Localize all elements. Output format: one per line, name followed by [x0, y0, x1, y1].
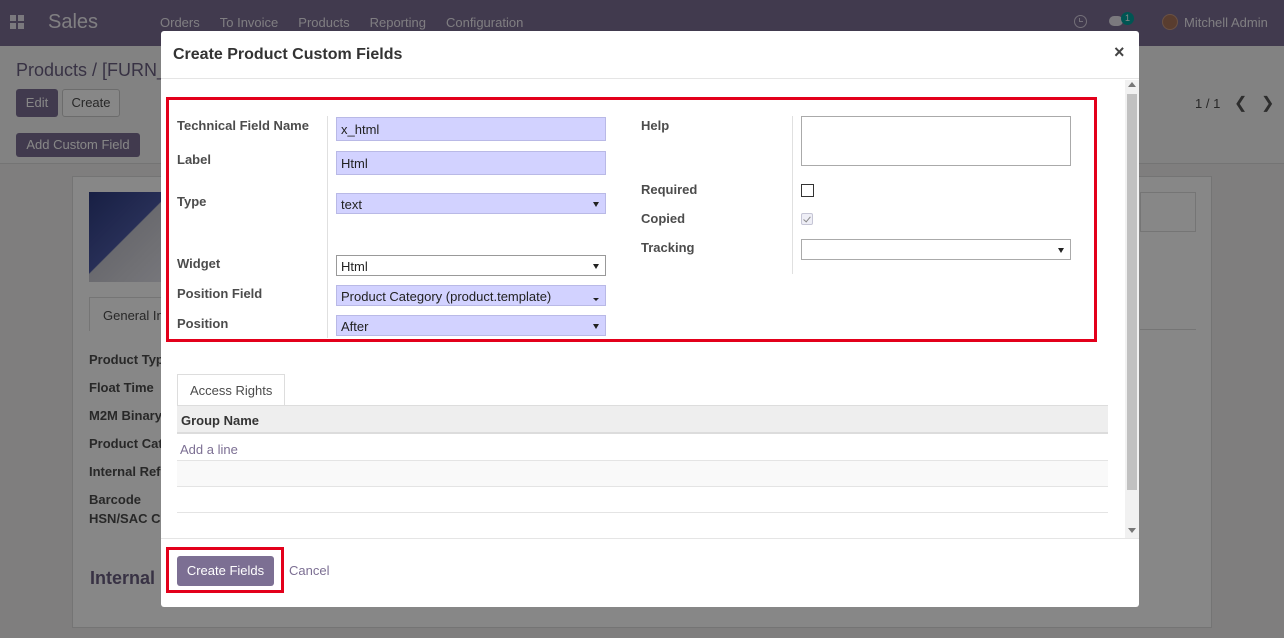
- label-label: Label: [177, 152, 211, 167]
- position-select[interactable]: After: [336, 315, 606, 336]
- scroll-down-icon[interactable]: [1128, 528, 1136, 533]
- required-checkbox[interactable]: [801, 184, 814, 197]
- add-a-line-link[interactable]: Add a line: [180, 442, 238, 457]
- column-separator-right: [792, 116, 793, 274]
- help-textarea[interactable]: [801, 116, 1071, 166]
- position-label: Position: [177, 316, 229, 331]
- scroll-up-icon[interactable]: [1128, 82, 1136, 87]
- help-label: Help: [641, 118, 670, 133]
- widget-select-value: Html: [341, 259, 368, 274]
- column-separator-left: [327, 116, 328, 338]
- tracking-select[interactable]: [801, 239, 1071, 260]
- cancel-button[interactable]: Cancel: [289, 563, 329, 578]
- tab-access-rights[interactable]: Access Rights: [177, 374, 285, 406]
- dialog-title: Create Product Custom Fields: [173, 46, 403, 63]
- position-field-select[interactable]: Product Category (product.template): [336, 285, 606, 306]
- create-fields-button[interactable]: Create Fields: [177, 556, 274, 586]
- dialog-footer: Create Fields Cancel: [161, 538, 1139, 607]
- create-custom-fields-dialog: Create Product Custom Fields × Technical…: [161, 31, 1139, 607]
- type-label: Type: [177, 194, 207, 209]
- scrollbar-thumb[interactable]: [1127, 94, 1137, 490]
- copied-label: Copied: [641, 211, 686, 226]
- table-row-divider: [177, 486, 1108, 487]
- close-icon[interactable]: ×: [1114, 42, 1125, 63]
- dialog-header: Create Product Custom Fields ×: [161, 31, 1139, 79]
- technical-field-name-label: Technical Field Name: [177, 118, 309, 133]
- chevron-down-icon: [593, 298, 599, 301]
- table-row-divider: [177, 512, 1108, 513]
- type-select[interactable]: text: [336, 193, 606, 214]
- label-input[interactable]: Html: [336, 151, 606, 175]
- chevron-down-icon: [593, 264, 599, 269]
- position-field-select-value: Product Category (product.template): [341, 289, 552, 304]
- widget-select[interactable]: Html: [336, 255, 606, 276]
- table-row: [177, 461, 1108, 487]
- chevron-down-icon: [1058, 248, 1064, 253]
- required-label: Required: [641, 182, 698, 197]
- tracking-label: Tracking: [641, 240, 695, 255]
- table-header: Group Name: [177, 406, 1108, 434]
- chevron-down-icon: [593, 202, 599, 207]
- position-field-label: Position Field: [177, 286, 263, 301]
- widget-label: Widget: [177, 256, 221, 271]
- chevron-down-icon: [593, 324, 599, 329]
- copied-checkbox[interactable]: [801, 213, 813, 225]
- position-select-value: After: [341, 319, 369, 334]
- column-header-group-name[interactable]: Group Name: [181, 413, 259, 428]
- dialog-scrollbar[interactable]: [1125, 80, 1139, 538]
- technical-field-name-input[interactable]: x_html: [336, 117, 606, 141]
- dialog-body: Technical Field Name x_html Label Html T…: [161, 80, 1139, 538]
- type-select-value: text: [341, 197, 362, 212]
